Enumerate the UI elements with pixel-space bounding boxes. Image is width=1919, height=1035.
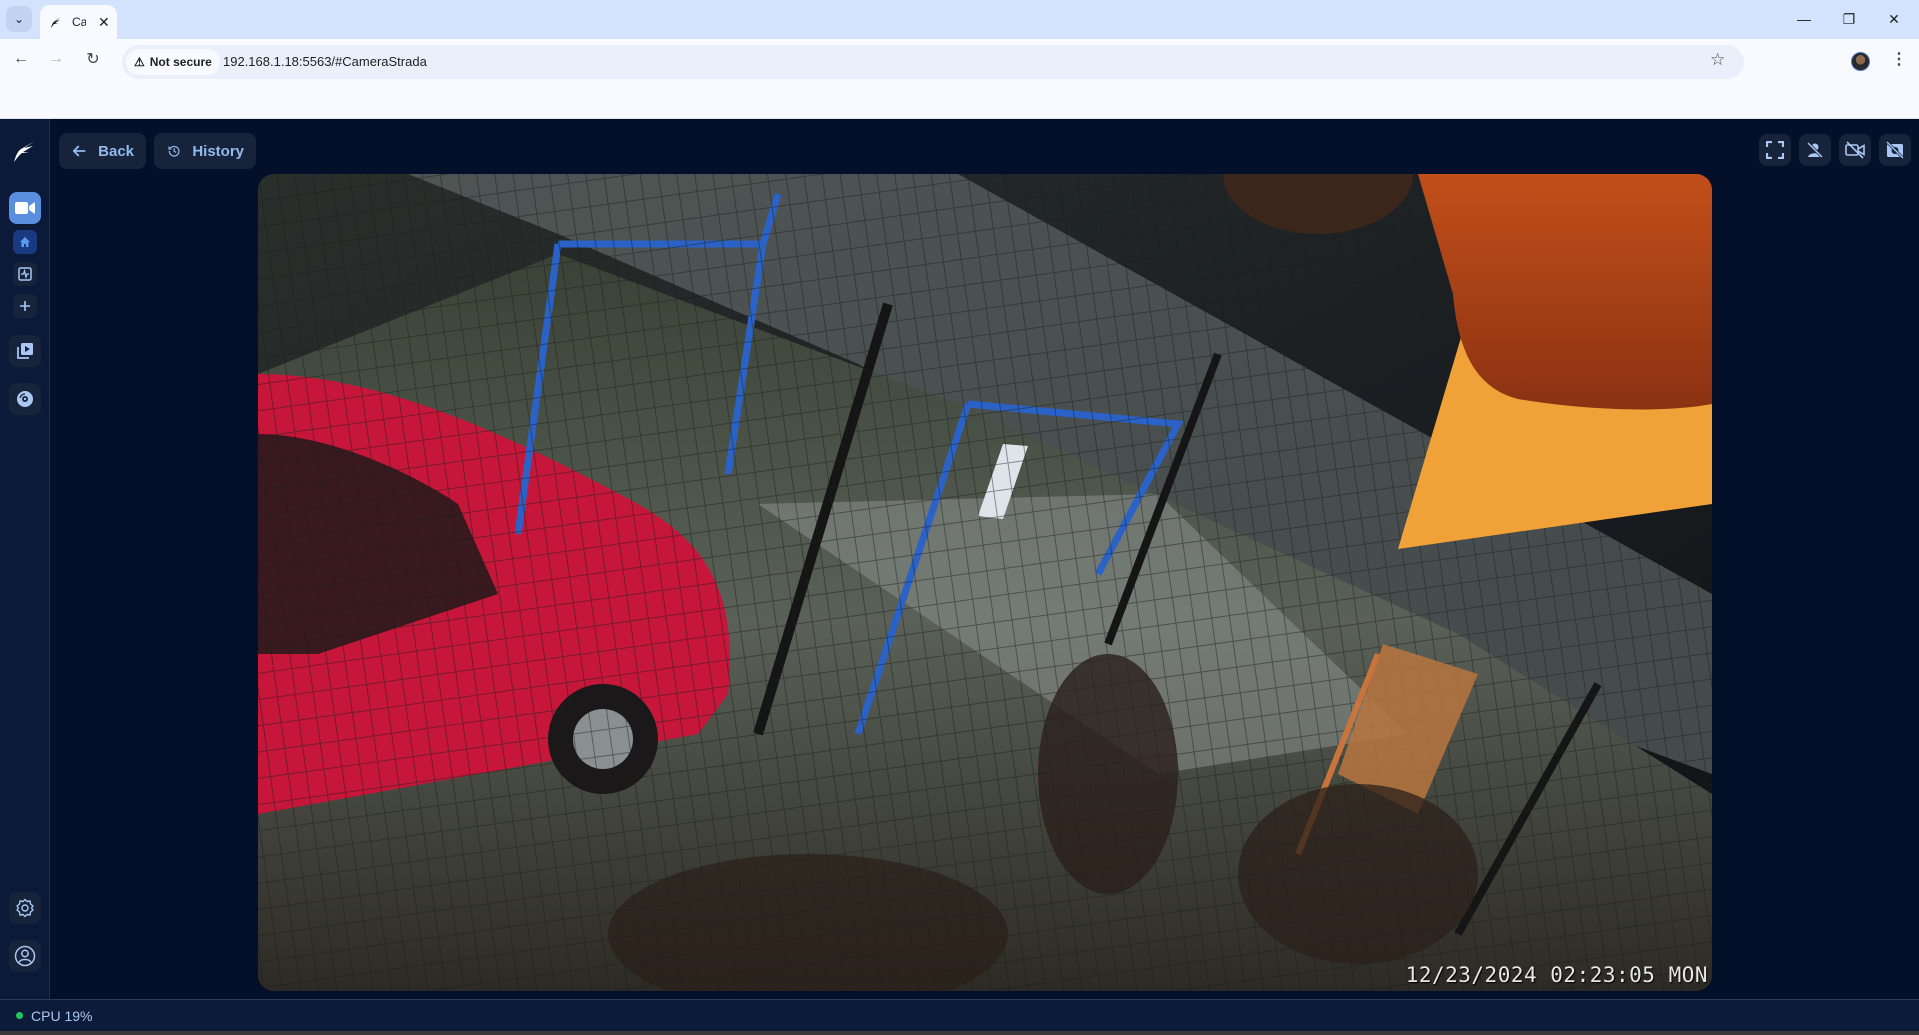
person-off-icon xyxy=(1806,141,1824,159)
video-toggle[interactable] xyxy=(1839,134,1871,166)
reload-icon: ↻ xyxy=(86,51,100,68)
window-bottom-edge xyxy=(0,1031,1919,1035)
app-logo-icon xyxy=(14,141,35,162)
forward-nav-button[interactable]: → xyxy=(43,46,69,72)
reload-button[interactable]: ↻ xyxy=(80,46,106,72)
fullscreen-button[interactable] xyxy=(1759,134,1791,166)
video-off-icon xyxy=(1845,141,1865,159)
back-button-label: Back xyxy=(98,142,134,160)
bush xyxy=(1238,784,1478,964)
sidebar-item-cameras[interactable] xyxy=(9,192,41,224)
warning-triangle-icon: ⚠ xyxy=(134,55,145,69)
sidebar-item-home[interactable] xyxy=(13,230,37,254)
more-vertical-icon[interactable]: ⋮ xyxy=(1891,49,1907,69)
close-icon: ✕ xyxy=(1888,10,1900,27)
sidebar xyxy=(0,119,50,999)
gear-icon xyxy=(16,898,34,918)
status-bar: CPU 19% xyxy=(0,999,1919,1031)
cpu-usage: CPU 19% xyxy=(31,1007,93,1024)
back-button[interactable]: Back xyxy=(59,133,146,169)
app-root: Back History 12/23/2024 02:23:05 MON CPU… xyxy=(0,119,1919,1035)
arrow-left-icon xyxy=(73,145,86,157)
camera-scene xyxy=(258,174,1712,991)
browser-tab[interactable]: Ca ✕ xyxy=(40,5,117,39)
snapshot-toggle[interactable] xyxy=(1879,134,1911,166)
bush xyxy=(1038,654,1178,894)
video-camera-icon xyxy=(15,202,35,214)
bookmark-bar xyxy=(0,79,1919,119)
sidebar-item-add[interactable] xyxy=(13,294,37,318)
osd-timestamp: 12/23/2024 02:23:05 MON xyxy=(1405,963,1708,987)
history-icon xyxy=(168,145,180,157)
minimize-button[interactable]: — xyxy=(1789,6,1819,32)
sidebar-item-account[interactable] xyxy=(9,940,41,972)
arrow-right-icon: → xyxy=(48,50,64,67)
status-indicator-dot xyxy=(16,1012,23,1019)
chevron-down-icon: ⌄ xyxy=(13,12,25,26)
profile-avatar[interactable] xyxy=(1851,52,1870,71)
history-button[interactable]: History xyxy=(154,133,256,169)
video-library-icon xyxy=(17,343,33,359)
sidebar-item-settings[interactable] xyxy=(9,892,41,924)
disc-icon xyxy=(17,391,33,407)
close-window-button[interactable]: ✕ xyxy=(1879,6,1909,32)
activity-icon xyxy=(18,267,32,281)
star-icon[interactable]: ☆ xyxy=(1710,50,1725,70)
person-detection-toggle[interactable] xyxy=(1799,134,1831,166)
back-nav-button[interactable]: ← xyxy=(8,46,34,72)
sidebar-item-storage[interactable] xyxy=(9,383,41,415)
url-text[interactable]: 192.168.1.18:5563/#CameraStrada xyxy=(223,54,427,69)
app-logo-icon xyxy=(51,17,61,28)
browser-tabstrip: ⌄ Ca ✕ — ❐ ✕ xyxy=(0,0,1919,39)
fullscreen-icon xyxy=(1766,141,1784,159)
plus-icon xyxy=(20,301,30,311)
history-button-label: History xyxy=(192,142,244,160)
close-icon[interactable]: ✕ xyxy=(98,14,110,31)
security-chip[interactable]: ⚠ Not secure xyxy=(126,49,220,75)
sidebar-item-playback[interactable] xyxy=(9,335,41,367)
tab-search-button[interactable]: ⌄ xyxy=(6,6,32,32)
security-label: Not secure xyxy=(149,55,212,69)
user-circle-icon xyxy=(14,945,36,967)
arrow-left-icon: ← xyxy=(13,50,29,67)
camera-video-stream[interactable]: 12/23/2024 02:23:05 MON xyxy=(258,174,1712,991)
minimize-icon: — xyxy=(1797,11,1811,27)
restore-icon: ❐ xyxy=(1842,10,1856,27)
home-icon xyxy=(20,237,30,247)
sidebar-item-activity[interactable] xyxy=(13,262,37,286)
snapshot-off-icon xyxy=(1886,141,1904,159)
restore-button[interactable]: ❐ xyxy=(1834,6,1864,32)
tab-title: Ca xyxy=(72,15,86,29)
